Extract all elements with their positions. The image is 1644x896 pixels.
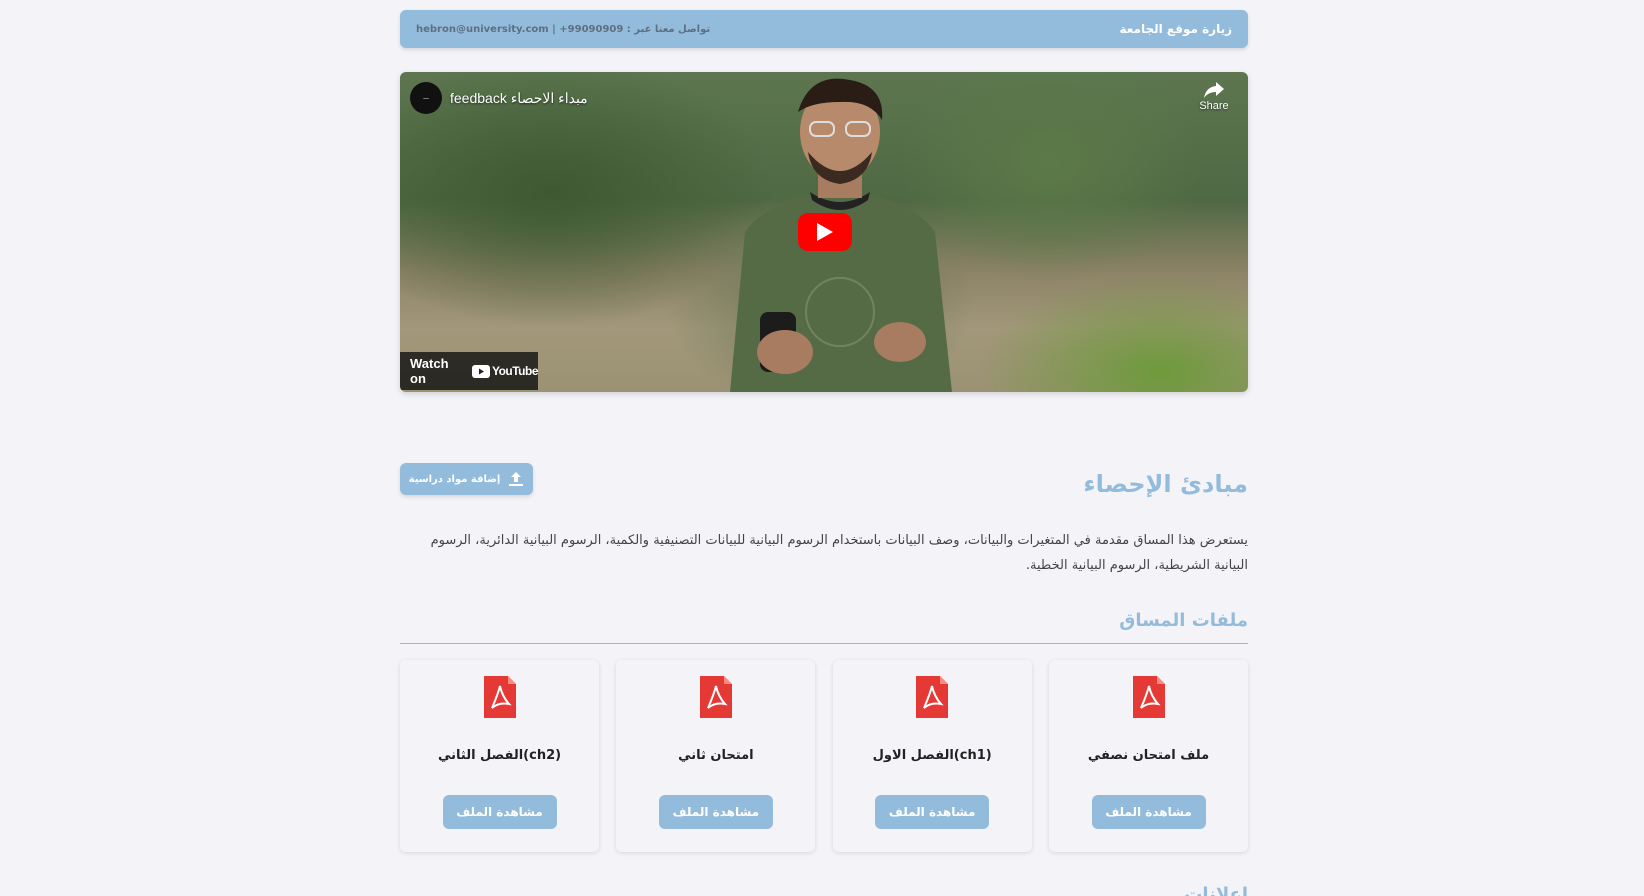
view-file-button[interactable]: مشاهدة الملف — [875, 795, 990, 829]
view-file-button[interactable]: مشاهدة الملف — [442, 795, 557, 829]
share-icon — [1204, 82, 1224, 98]
course-title: مبادئ الإحصاء — [1083, 470, 1248, 498]
upload-icon — [509, 472, 524, 486]
file-name: ملف امتحان نصفي — [1087, 748, 1210, 763]
video-title[interactable]: feedback مبداء الاحصاء — [450, 90, 588, 107]
pdf-icon — [1132, 676, 1165, 718]
pdf-icon — [483, 676, 516, 718]
video-embed[interactable]: — feedback مبداء الاحصاء Share Watch on … — [400, 72, 1248, 392]
file-name: (ch2)الفصل الثاني — [437, 748, 562, 763]
share-button[interactable]: Share — [1192, 82, 1236, 112]
youtube-icon — [471, 364, 490, 378]
play-icon — [817, 223, 833, 241]
youtube-logo: YouTube — [471, 364, 539, 378]
file-name: امتحان ثاني — [678, 748, 754, 763]
channel-avatar[interactable]: — — [410, 82, 442, 114]
play-button[interactable] — [798, 213, 852, 251]
top-info-bar: زيارة موقع الجامعة تواصل معنا عبر : hebr… — [400, 10, 1248, 48]
watch-on-youtube-button[interactable]: Watch on YouTube — [400, 352, 539, 390]
file-cards: ملف امتحان نصفي مشاهدة الملف (ch1)الفصل … — [400, 660, 1248, 852]
youtube-label: YouTube — [491, 364, 539, 378]
file-card: (ch2)الفصل الثاني مشاهدة الملف — [400, 660, 600, 852]
pdf-icon — [916, 676, 949, 718]
file-card: امتحان ثاني مشاهدة الملف — [616, 660, 816, 852]
view-file-button[interactable]: مشاهدة الملف — [658, 795, 773, 829]
video-title-row: — feedback مبداء الاحصاء — [410, 82, 588, 114]
course-description: يستعرض هذا المساق مقدمة في المتغيرات وال… — [430, 533, 1248, 573]
share-label: Share — [1199, 100, 1229, 112]
file-name: (ch1)الفصل الاول — [872, 748, 992, 763]
pdf-icon — [699, 676, 732, 718]
view-file-button[interactable]: مشاهدة الملف — [1091, 795, 1206, 829]
visit-university-link[interactable]: زيارة موقع الجامعة — [1119, 22, 1232, 36]
add-study-materials-label: إضافة مواد دراسية — [408, 473, 501, 485]
add-study-materials-button[interactable]: إضافة مواد دراسية — [400, 463, 533, 495]
next-section-heading: إعلانات — [1184, 884, 1248, 896]
file-card: (ch1)الفصل الاول مشاهدة الملف — [832, 660, 1032, 852]
course-files-heading: ملفات المساق — [1119, 610, 1248, 631]
channel-avatar-text: — — [423, 94, 429, 102]
section-divider — [400, 643, 1248, 644]
watch-on-label: Watch on — [410, 356, 449, 386]
contact-info: تواصل معنا عبر : hebron@university.com |… — [416, 23, 711, 35]
file-card: ملف امتحان نصفي مشاهدة الملف — [1049, 660, 1248, 852]
